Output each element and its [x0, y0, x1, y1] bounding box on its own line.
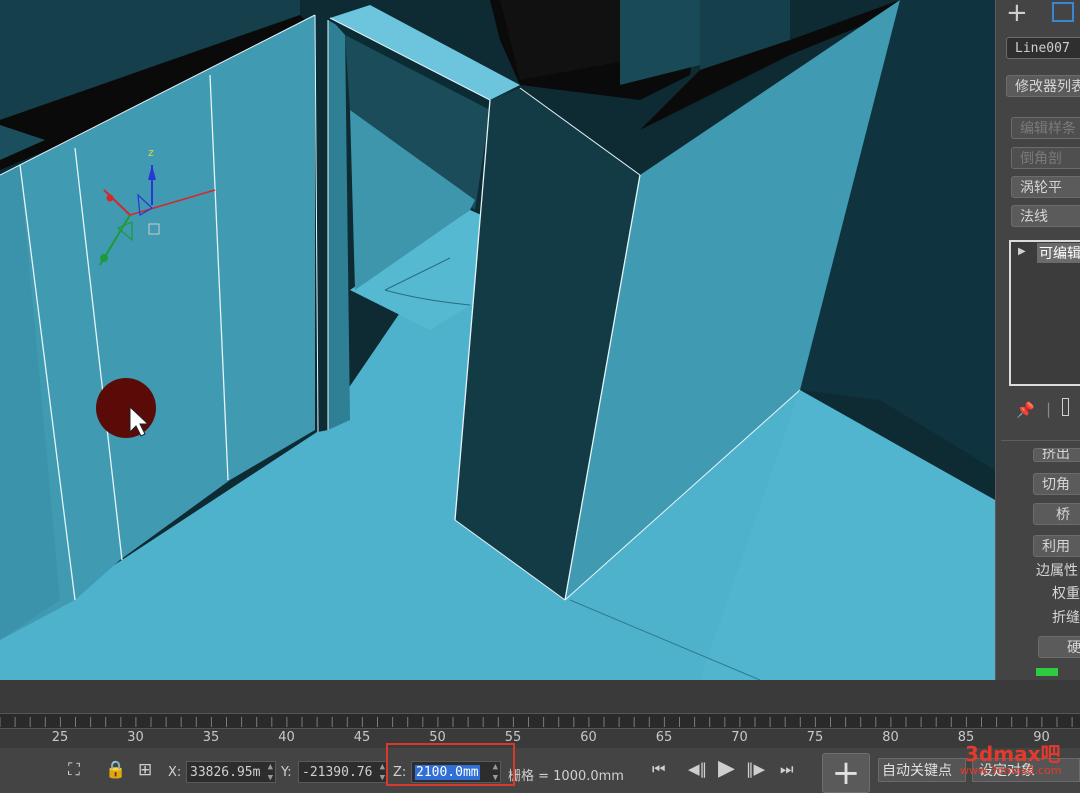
x-value: 33826.95m [190, 765, 261, 780]
color-swatch[interactable] [1036, 668, 1058, 676]
timeline-tick-label: 65 [655, 730, 673, 745]
create-tab-icon[interactable]: + [1006, 0, 1028, 26]
transform-mode-icon[interactable]: ⊞ [138, 760, 152, 780]
panel-separator [1001, 440, 1080, 441]
bevel-profile-button[interactable]: 倒角剖 [1011, 147, 1080, 169]
edit-spline-button[interactable]: 编辑样条 [1011, 117, 1080, 139]
weight-label: 权重 [1052, 586, 1080, 602]
previous-frame-icon[interactable]: ◀‖ [688, 760, 707, 778]
pin-stack-icon[interactable]: 📌 [1016, 401, 1035, 419]
extrude-button[interactable]: 挤出 [1033, 448, 1080, 462]
timeline-tick-label: 80 [882, 730, 899, 745]
hard-button[interactable]: 硬 [1038, 636, 1080, 658]
timeline-ticks [0, 717, 1073, 727]
go-to-end-icon[interactable]: ⏭ [780, 760, 794, 778]
bridge-button[interactable]: 桥 [1033, 503, 1080, 525]
perspective-viewport[interactable]: z [0, 0, 995, 680]
auto-key-button[interactable]: 自动关键点 [878, 758, 966, 782]
stack-item-editable[interactable]: 可编辑 [1037, 243, 1080, 263]
watermark-url: www.3dmax8.com [960, 764, 1062, 777]
object-name-field[interactable]: Line007 [1006, 37, 1080, 59]
timeline-tick-label: 70 [731, 730, 748, 745]
timeline-tick-label: 30 [127, 730, 144, 745]
timeline-tick-label: 60 [580, 730, 597, 745]
edge-properties-label: 边属性 [1036, 563, 1078, 579]
modifier-list-dropdown[interactable]: 修改器列表 [1006, 75, 1080, 97]
set-key-icon[interactable]: + [822, 753, 870, 793]
divider: | [1046, 400, 1052, 418]
y-value: -21390.76 [302, 765, 373, 780]
status-bar: ⛶ 🔒 ⊞ X: 33826.95m ▲ ▼ Y: -21390.76 ▲ ▼ Z:… [0, 748, 1080, 793]
normal-button[interactable]: 法线 [1011, 205, 1080, 227]
axis-z-label: z [148, 146, 154, 159]
y-label: Y: [281, 765, 292, 780]
show-end-result-icon[interactable] [1062, 398, 1069, 416]
timeline-tick-label: 35 [202, 730, 220, 745]
y-coordinate-field[interactable]: -21390.76 ▲ ▼ [298, 761, 388, 783]
modifier-stack-list[interactable]: ▶ 可编辑 [1009, 240, 1080, 386]
timeline-tick-label: 40 [278, 730, 295, 745]
turbosmooth-button[interactable]: 涡轮平 [1011, 176, 1080, 198]
grid-size-label: 栅格 = 1000.0mm [508, 769, 624, 784]
chamfer-button[interactable]: 切角 [1033, 473, 1080, 495]
use-button[interactable]: 利用 [1033, 535, 1080, 557]
isolate-selection-icon[interactable]: ⛶ [68, 760, 80, 780]
x-spinner-icon[interactable]: ▲ ▼ [268, 762, 273, 782]
x-label: X: [168, 765, 182, 780]
next-frame-icon[interactable]: ‖▶ [746, 760, 765, 778]
scene-render [0, 0, 995, 680]
timeline-tick-label: 25 [51, 730, 69, 745]
command-panel: + Line007 修改器列表 编辑样条 倒角剖 涡轮平 法线 ▶ 可编辑 📌 … [995, 0, 1080, 680]
expand-arrow-icon[interactable]: ▶ [1018, 246, 1026, 257]
timeline-tick-label: 45 [353, 730, 371, 745]
watermark-brand: 3dmax吧 [965, 742, 1061, 766]
y-spinner-icon[interactable]: ▲ ▼ [380, 762, 385, 782]
x-coordinate-field[interactable]: 33826.95m ▲ ▼ [186, 761, 276, 783]
timeline-tick-label: 75 [806, 730, 824, 745]
timeline[interactable]: 25 30 35 40 45 50 55 60 65 70 75 80 85 90 [0, 680, 1080, 748]
z-field-highlight [386, 743, 515, 786]
crease-label: 折缝 [1052, 610, 1080, 626]
modify-tab-icon[interactable] [1052, 2, 1074, 22]
go-to-start-icon[interactable]: ⏮ [652, 760, 666, 778]
play-icon[interactable]: ▶ [718, 756, 735, 781]
lock-icon[interactable]: 🔒 [105, 760, 126, 780]
